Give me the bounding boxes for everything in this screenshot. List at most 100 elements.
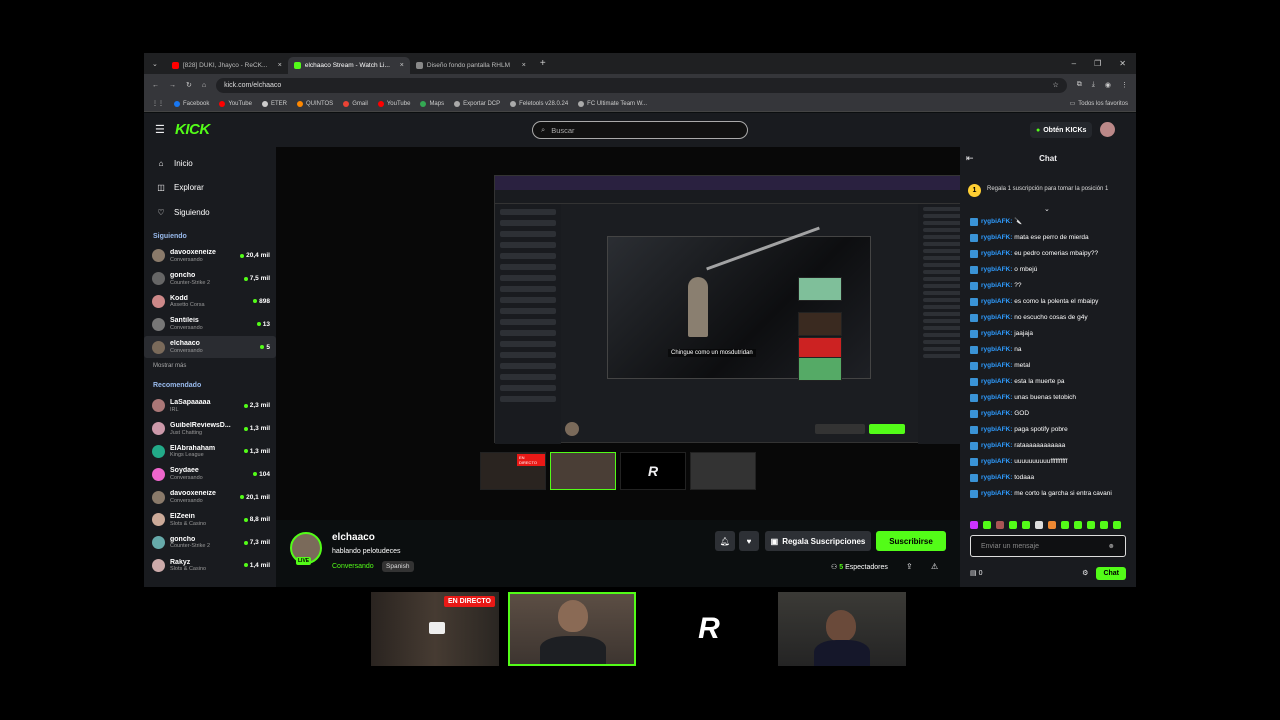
user-avatar[interactable] (1100, 122, 1115, 137)
sidebar-channel[interactable]: Soydaee Conversando 104 (144, 463, 276, 486)
extensions-icon[interactable]: ⧉ (1077, 81, 1082, 89)
emote-icon[interactable] (1074, 521, 1082, 529)
chat-username[interactable]: rygbiAFK (981, 394, 1010, 401)
chat-username[interactable]: rygbiAFK (981, 282, 1010, 289)
emote-icon[interactable] (1009, 521, 1017, 529)
new-tab-button[interactable]: + (532, 58, 554, 69)
hamburger-icon[interactable]: ☰ (155, 123, 165, 136)
sidebar-channel[interactable]: Rakyz Slots & Casino 1,4 mil (144, 554, 276, 577)
nav-inicio[interactable]: ⌂ Inicio (144, 151, 276, 176)
bookmark-item[interactable]: Feletools v28.0.24 (510, 100, 568, 107)
menu-icon[interactable]: ⋮ (1121, 81, 1128, 89)
show-more-link[interactable]: Mostrar más (144, 358, 276, 374)
profile-icon[interactable]: ◉ (1105, 81, 1111, 89)
download-icon[interactable]: ⤓ (1092, 81, 1095, 89)
emote-icon[interactable] (983, 521, 991, 529)
kick-logo[interactable]: KICK (175, 121, 210, 138)
emote-icon[interactable] (1035, 521, 1043, 529)
chat-username[interactable]: rygbiAFK (981, 266, 1010, 273)
sidebar-channel[interactable]: goncho Counter-Strike 2 7,3 mil (144, 531, 276, 554)
bookmark-item[interactable]: ETER (261, 100, 287, 107)
star-icon[interactable]: ☆ (1053, 81, 1059, 89)
settings-icon[interactable]: ⚙ (1082, 569, 1088, 577)
sidebar-channel[interactable]: GuibelReviewsD... Just Chatting 1,3 mil (144, 417, 276, 440)
tab-diseno[interactable]: Diseño fondo pantalla RHLM × (410, 57, 532, 74)
tab-kick[interactable]: elchaaco Stream - Watch Li... × (287, 57, 410, 74)
emoji-icon[interactable]: ☻ (1108, 543, 1115, 550)
bookmark-item[interactable]: YouTube (219, 100, 252, 107)
chat-username[interactable]: rygbiAFK (981, 378, 1010, 385)
close-icon[interactable]: × (278, 62, 282, 69)
sidebar-channel[interactable]: davooxeneize Conversando 20,1 mil (144, 486, 276, 509)
gift-subs-button[interactable]: ▣ Regala Suscripciones (765, 531, 871, 551)
chat-username[interactable]: rygbiAFK (981, 234, 1010, 241)
chevron-down-icon[interactable]: ⌄ (1044, 205, 1050, 213)
emote-icon[interactable] (1048, 521, 1056, 529)
sidebar-channel[interactable]: Kodd Assetto Corsa 898 (144, 290, 276, 313)
chat-username[interactable]: rygbiAFK (981, 250, 1010, 257)
sidebar-channel[interactable]: ElZeein Slots & Casino 8,8 mil (144, 508, 276, 531)
forward-icon[interactable]: → (169, 82, 176, 89)
chat-username[interactable]: rygbiAFK (981, 346, 1010, 353)
bookmark-item[interactable]: FC Ultimate Team W... (578, 100, 647, 107)
report-icon[interactable]: ⚠ (931, 562, 938, 571)
search-input[interactable]: ⌕ Buscar (532, 121, 748, 139)
video-player[interactable]: Chingue como un mosdutridan EN DIRECTO R (276, 147, 1006, 520)
home-icon[interactable]: ⌂ (202, 82, 206, 89)
chat-username[interactable]: rygbiAFK (981, 474, 1010, 481)
reload-icon[interactable]: ↻ (186, 81, 192, 89)
chat-username[interactable]: rygbiAFK (981, 458, 1010, 465)
close-window-button[interactable]: ✕ (1119, 59, 1126, 68)
bookmark-item[interactable]: Maps (420, 100, 444, 107)
chat-username[interactable]: rygbiAFK (981, 314, 1010, 321)
close-icon[interactable]: × (522, 62, 526, 69)
emote-icon[interactable] (970, 521, 978, 529)
pinned-message[interactable]: 1 Regala 1 suscripción para tomar la pos… (968, 175, 1128, 205)
subscribe-button[interactable]: Suscribirse (876, 531, 946, 551)
chat-username[interactable]: rygbiAFK (981, 298, 1010, 305)
bookmark-item[interactable]: Exportar DCP (454, 100, 500, 107)
chat-username[interactable]: rygbiAFK (981, 218, 1010, 225)
obten-kicks-button[interactable]: ● Obtén KICKs (1030, 122, 1093, 138)
notification-button[interactable]: 🔔︎ (715, 531, 735, 551)
emote-icon[interactable] (1061, 521, 1069, 529)
chat-username[interactable]: rygbiAFK (981, 362, 1010, 369)
sidebar-channel[interactable]: elchaaco Conversando 5 (144, 335, 276, 359)
back-icon[interactable]: ← (152, 82, 159, 89)
bookmark-item[interactable]: Facebook (174, 100, 209, 107)
emote-icon[interactable] (1100, 521, 1108, 529)
stream-category[interactable]: Conversando (332, 563, 374, 570)
sidebar-channel[interactable]: davooxeneize Conversando 20,4 mil (144, 245, 276, 268)
tab-search-icon[interactable]: ⌄ (144, 60, 166, 68)
chat-username[interactable]: rygbiAFK (981, 410, 1010, 417)
emote-icon[interactable] (1022, 521, 1030, 529)
emote-icon[interactable] (1087, 521, 1095, 529)
follow-button[interactable]: ♥ (739, 531, 759, 551)
emote-icon[interactable] (1113, 521, 1121, 529)
language-tag[interactable]: Spanish (382, 561, 414, 572)
chat-username[interactable]: rygbiAFK (981, 330, 1010, 337)
tab-youtube[interactable]: [828] DUKI, Jhayco - ReCK... × (166, 57, 288, 74)
chat-send-button[interactable]: Chat (1096, 566, 1126, 580)
sidebar-channel[interactable]: ElAbrahaham Kings League 1,3 mil (144, 440, 276, 463)
kicks-icon[interactable]: ▤ (970, 569, 977, 577)
nav-siguiendo[interactable]: ♡ Siguiendo (144, 200, 276, 225)
apps-icon[interactable]: ⋮⋮ (152, 100, 164, 107)
bookmark-folder[interactable]: ▭ Todos los favoritos (1070, 100, 1128, 108)
bookmark-item[interactable]: YouTube (377, 100, 410, 107)
sidebar-channel[interactable]: LaSapaaaaa IRL 2,3 mil (144, 394, 276, 417)
maximize-button[interactable]: ❐ (1094, 59, 1101, 68)
bookmark-item[interactable]: QUINTOS (296, 100, 333, 107)
minimize-button[interactable]: – (1072, 59, 1076, 68)
chat-username[interactable]: rygbiAFK (981, 426, 1010, 433)
emote-icon[interactable] (996, 521, 1004, 529)
chat-username[interactable]: rygbiAFK (981, 490, 1010, 497)
chat-username[interactable]: rygbiAFK (981, 442, 1010, 449)
url-field[interactable]: kick.com/elchaaco ☆ (216, 77, 1067, 93)
sidebar-channel[interactable]: goncho Counter-Strike 2 7,5 mil (144, 267, 276, 290)
share-icon[interactable]: ⇪ (906, 562, 913, 571)
bookmark-item[interactable]: Gmail (343, 100, 368, 107)
nav-explorar[interactable]: ◫ Explorar (144, 176, 276, 201)
sidebar-channel[interactable]: Santileis Conversando 13 (144, 313, 276, 336)
chat-input[interactable]: Enviar un mensaje ☻ (970, 535, 1126, 557)
